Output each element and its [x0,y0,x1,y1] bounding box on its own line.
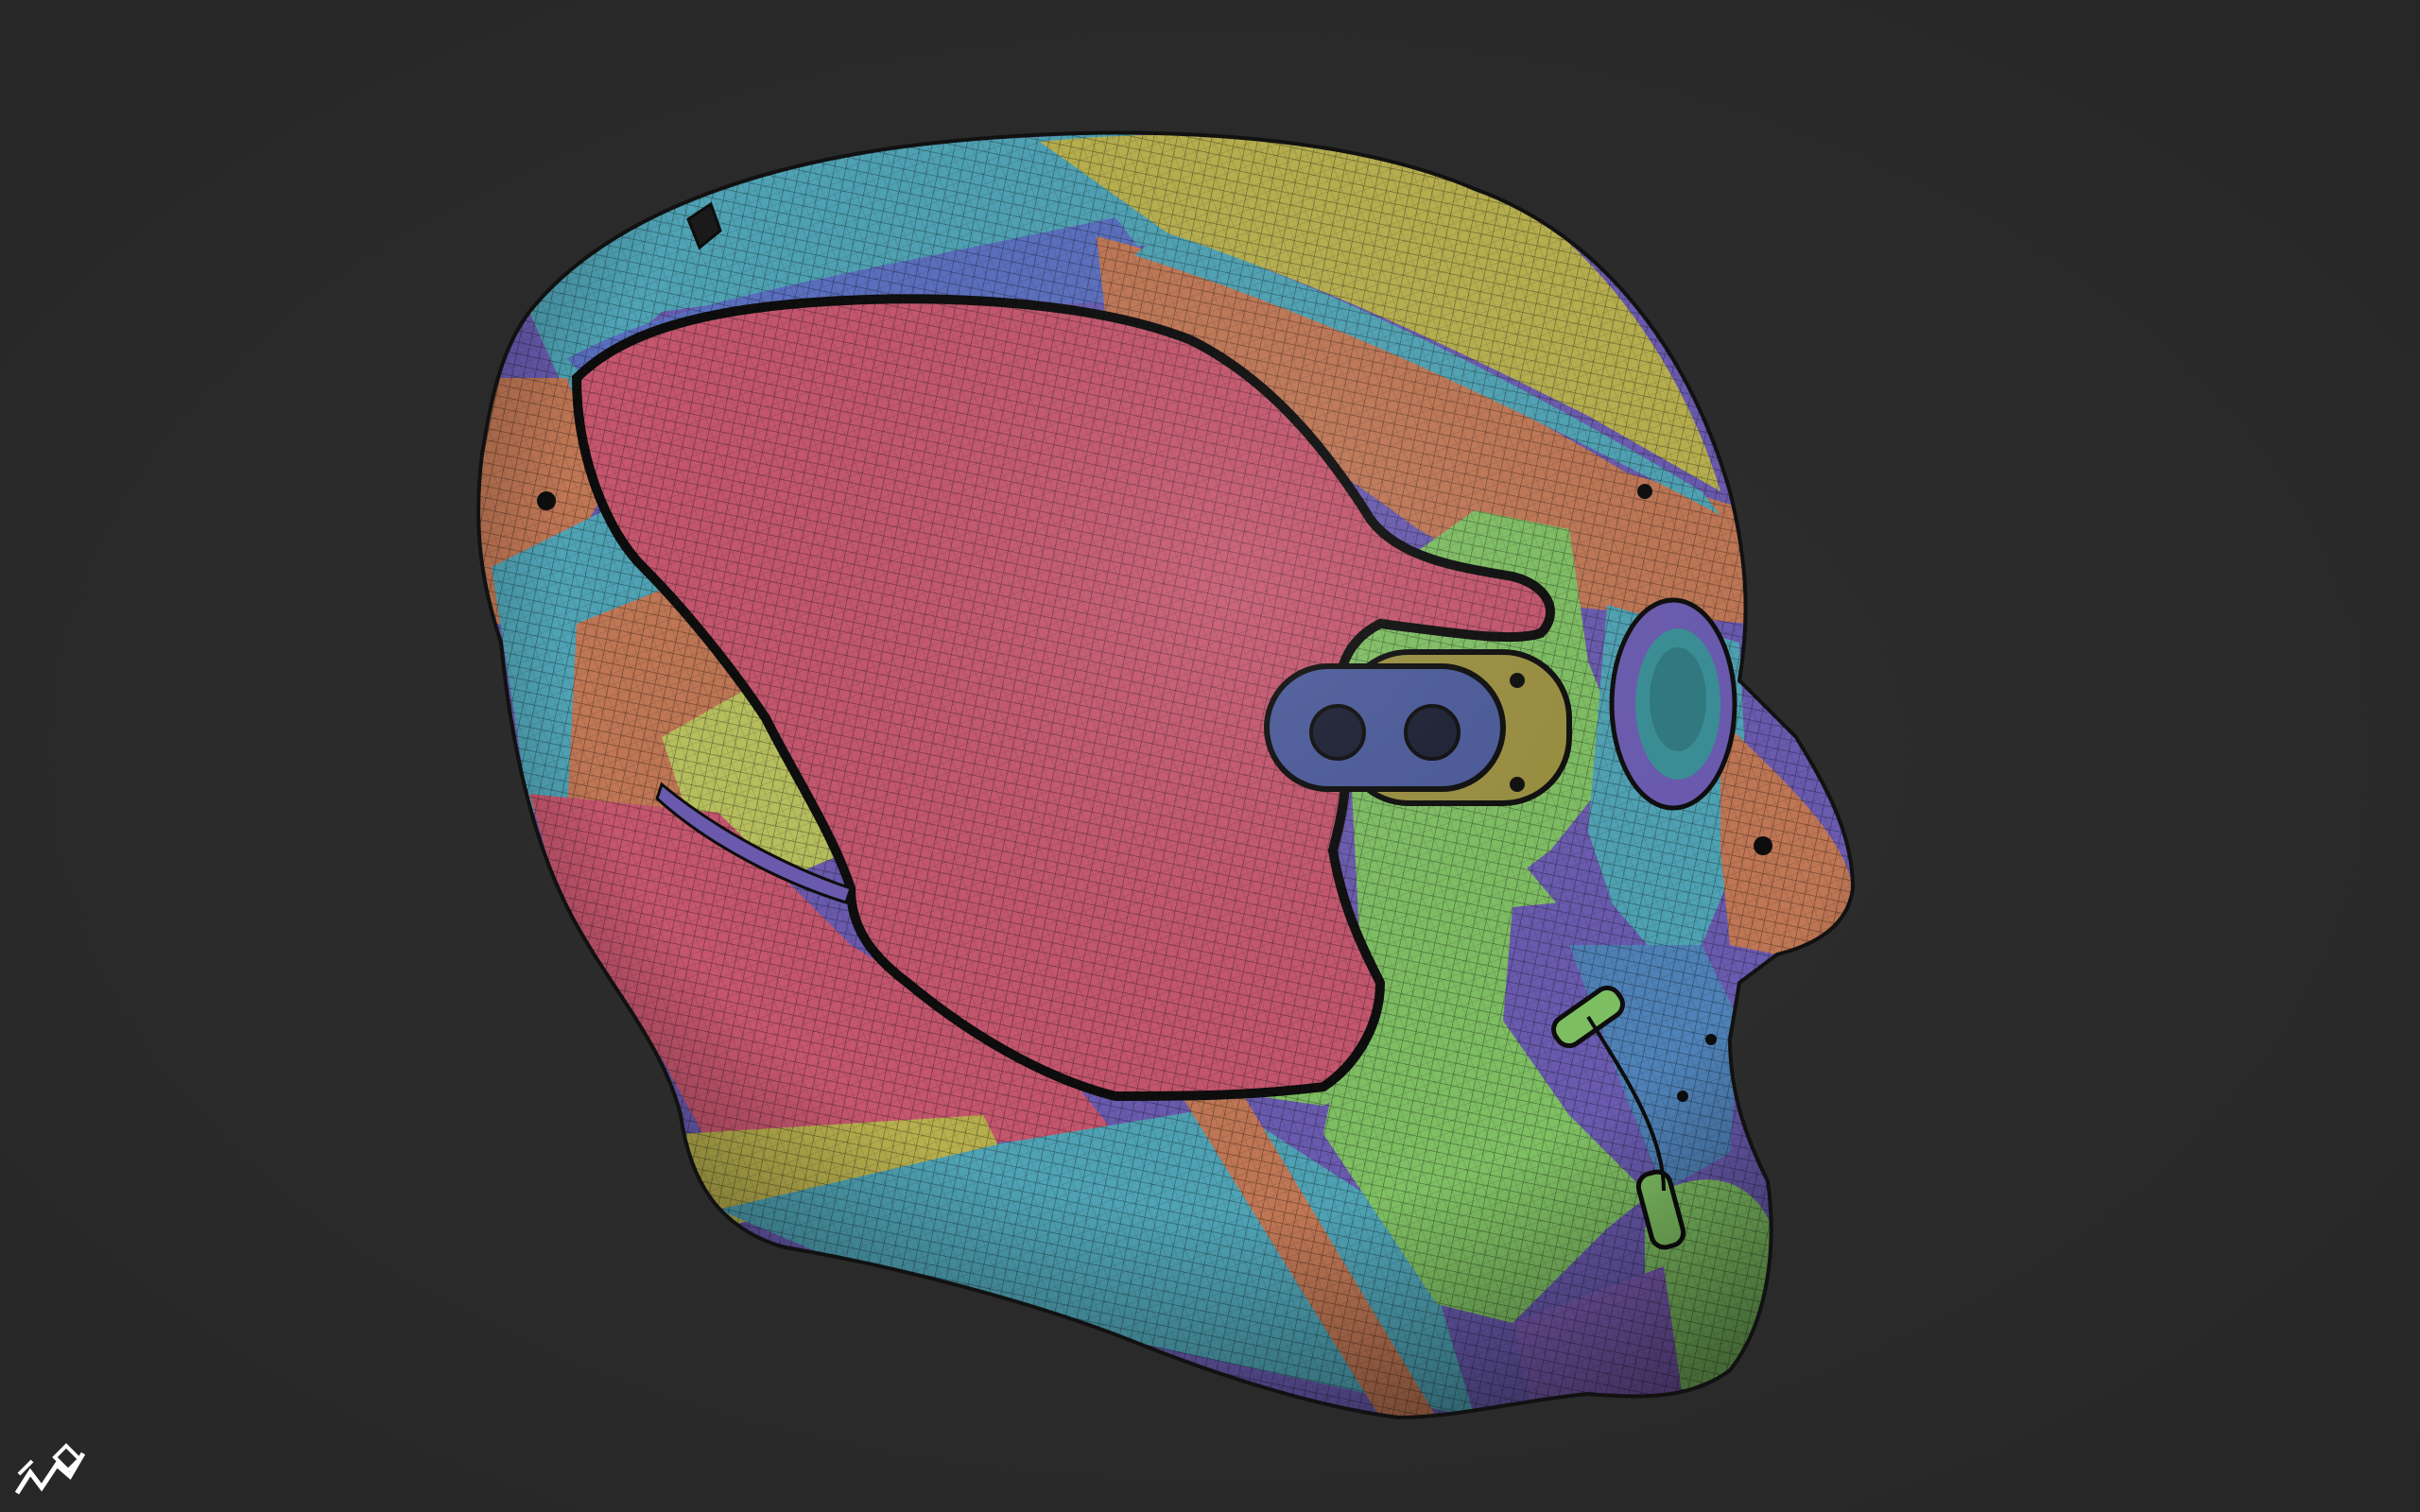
zbrush-logo-icon[interactable] [11,1418,87,1503]
head-surface [478,132,1854,1418]
3d-viewport[interactable] [0,0,2420,1512]
head-model[interactable] [0,0,2420,1512]
